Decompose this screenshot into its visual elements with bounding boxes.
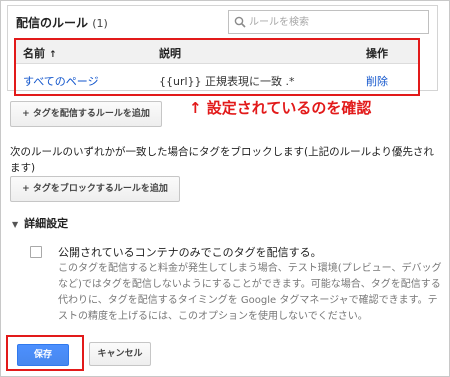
- blocking-rules-description: 次のルールのいずれかが一致した場合にタグをブロックします(上記のルールより優先さ…: [10, 146, 434, 174]
- add-blocking-rule-button[interactable]: + タグをブロックするルールを追加: [10, 176, 180, 202]
- cancel-button[interactable]: キャンセル: [89, 342, 151, 366]
- rules-table: 名前 ↑ 説明 操作 すべてのページ {{url}} 正規表現に一致 .* 削除: [14, 38, 420, 96]
- published-only-checkbox[interactable]: [30, 246, 42, 258]
- advanced-settings-toggle[interactable]: ▼ 詳細設定: [12, 215, 68, 231]
- advanced-settings-label: 詳細設定: [24, 217, 69, 230]
- column-header-action: 操作: [366, 47, 388, 60]
- rule-search-input[interactable]: [249, 13, 425, 31]
- column-header-name[interactable]: 名前 ↑: [23, 45, 57, 61]
- panel-title-text: 配信のルール: [16, 16, 89, 30]
- rule-name-link[interactable]: すべてのページ: [23, 73, 99, 89]
- search-icon: [234, 16, 246, 28]
- sort-ascending-icon: ↑: [49, 50, 57, 60]
- published-only-help-text: このタグを配信すると料金が発生してしまう場合、テスト環境(プレビュー、デバッグな…: [58, 263, 442, 322]
- triangle-down-icon: ▼: [12, 220, 19, 229]
- delete-rule-link[interactable]: 削除: [366, 73, 388, 89]
- save-highlight-box: 保存: [6, 335, 84, 371]
- published-only-label[interactable]: 公開されているコンテナのみでこのタグを配信する。: [58, 244, 322, 260]
- rule-count: (1): [92, 17, 108, 30]
- table-header: 名前 ↑ 説明 操作: [16, 40, 418, 64]
- column-header-name-label: 名前: [23, 47, 45, 60]
- panel-title: 配信のルール (1): [16, 14, 108, 31]
- table-row: すべてのページ {{url}} 正規表現に一致 .* 削除: [16, 65, 418, 94]
- add-firing-rule-button[interactable]: + タグを配信するルールを追加: [10, 101, 162, 127]
- annotation-text: ↑ 設定されているのを確認: [189, 99, 372, 117]
- save-button[interactable]: 保存: [17, 344, 69, 366]
- rule-search-box[interactable]: [228, 10, 429, 34]
- column-header-description: 説明: [159, 47, 181, 60]
- rule-description: {{url}} 正規表現に一致 .*: [159, 75, 295, 88]
